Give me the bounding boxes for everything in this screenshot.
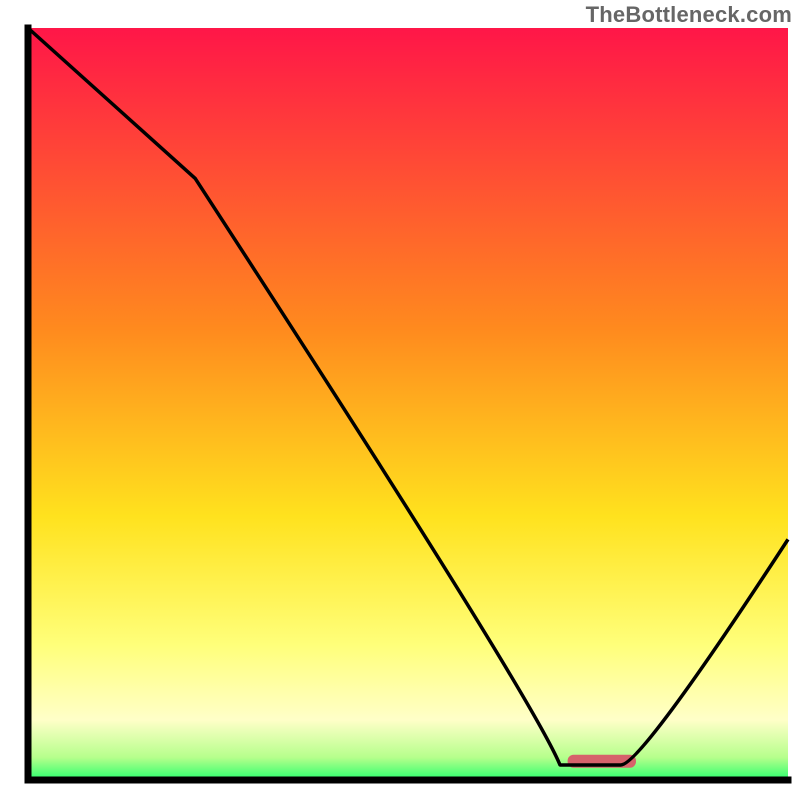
bottleneck-chart [0, 0, 800, 800]
watermark-text: TheBottleneck.com [586, 2, 792, 28]
chart-container: TheBottleneck.com [0, 0, 800, 800]
plot-background [28, 28, 788, 780]
